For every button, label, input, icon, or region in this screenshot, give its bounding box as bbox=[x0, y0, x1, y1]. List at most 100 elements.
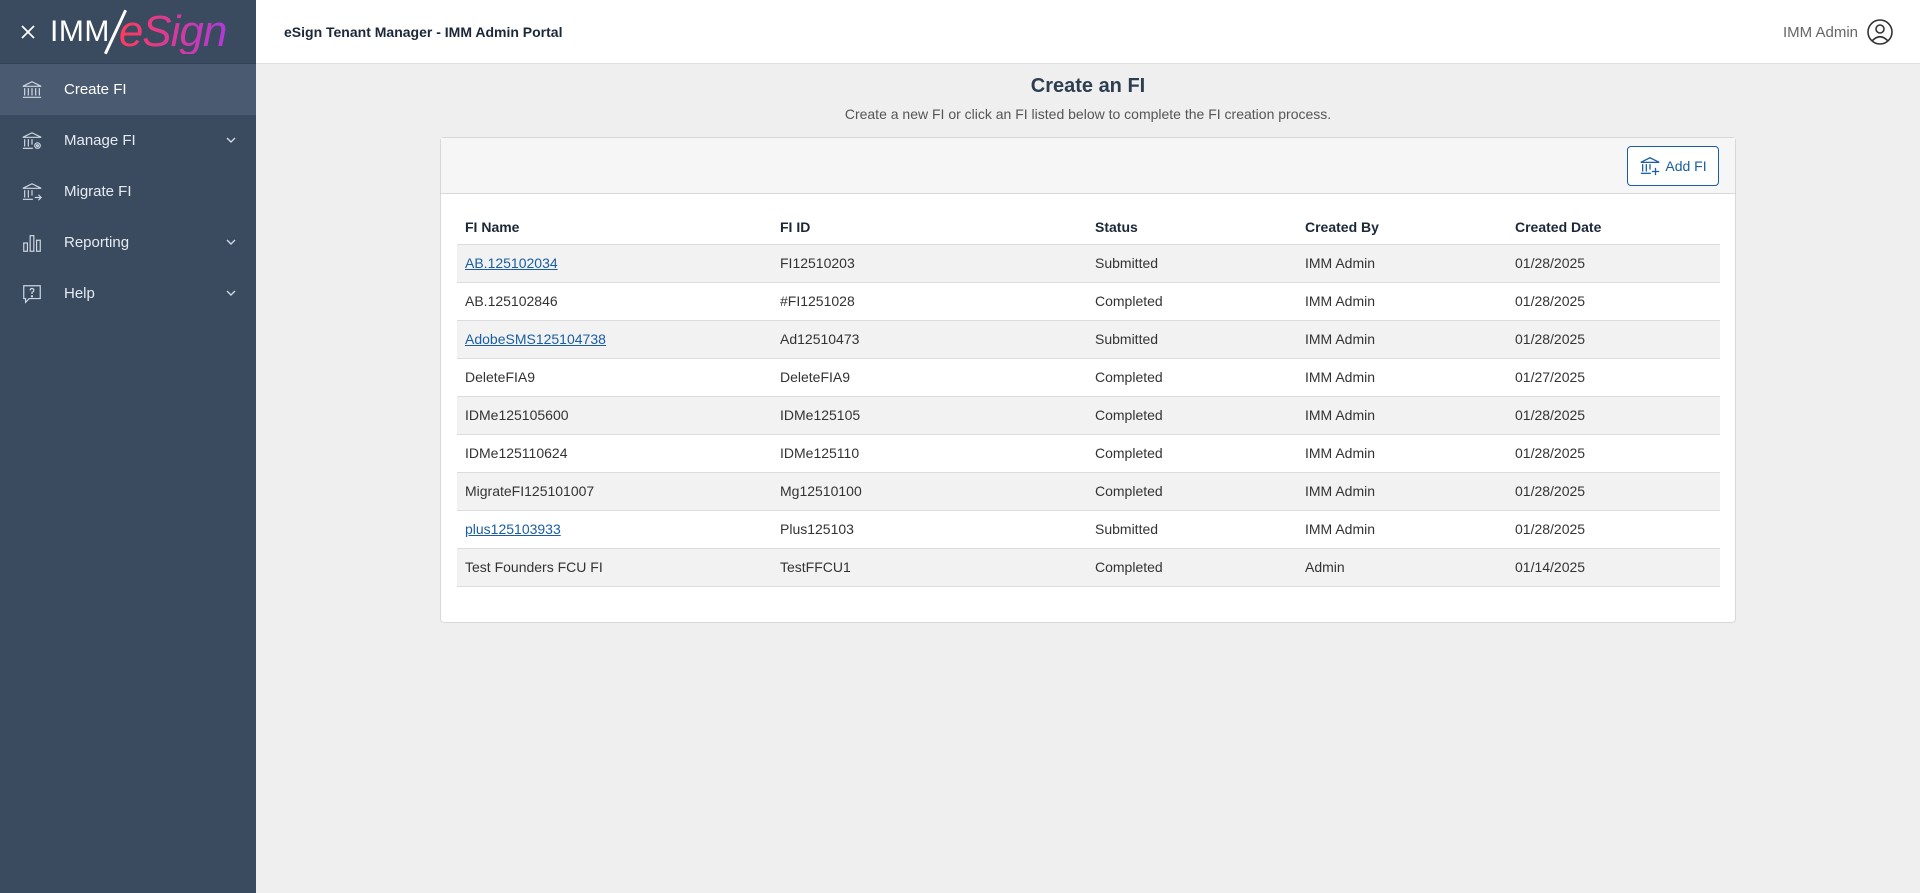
fi-id-cell: #FI1251028 bbox=[772, 282, 1087, 321]
table-row[interactable]: IDMe125105600 IDMe125105 Completed IMM A… bbox=[457, 396, 1720, 435]
fi-name-cell: plus125103933 bbox=[457, 510, 772, 549]
created-date-cell: 01/28/2025 bbox=[1507, 282, 1720, 321]
help-icon bbox=[20, 282, 44, 306]
created-by-cell: IMM Admin bbox=[1297, 396, 1507, 435]
sidebar-item-label: Create FI bbox=[64, 81, 127, 98]
table-row[interactable]: Test Founders FCU FI TestFFCU1 Completed… bbox=[457, 548, 1720, 587]
fi-name-link[interactable]: plus125103933 bbox=[465, 521, 561, 537]
created-by-cell: IMM Admin bbox=[1297, 244, 1507, 283]
card-header: Add FI bbox=[441, 138, 1735, 194]
created-date-cell: 01/28/2025 bbox=[1507, 472, 1720, 511]
sidebar-item-help[interactable]: Help bbox=[0, 268, 256, 319]
add-fi-button[interactable]: Add FI bbox=[1627, 146, 1719, 186]
created-by-cell: Admin bbox=[1297, 548, 1507, 587]
col-created-by[interactable]: Created By bbox=[1297, 210, 1507, 245]
bank-gear-icon bbox=[20, 129, 44, 153]
table-row[interactable]: plus125103933 Plus125103 Submitted IMM A… bbox=[457, 510, 1720, 549]
fi-id-cell: Plus125103 bbox=[772, 510, 1087, 549]
table-row[interactable]: DeleteFIA9 DeleteFIA9 Completed IMM Admi… bbox=[457, 358, 1720, 397]
table-header-row: FI Name FI ID Status Created By Created … bbox=[457, 210, 1720, 245]
status-cell: Submitted bbox=[1087, 320, 1297, 359]
created-date-cell: 01/14/2025 bbox=[1507, 548, 1720, 587]
sidebar-item-label: Manage FI bbox=[64, 132, 136, 149]
fi-name-cell: AdobeSMS125104738 bbox=[457, 320, 772, 359]
bank-arrow-icon bbox=[20, 180, 44, 204]
sidebar-item-label: Migrate FI bbox=[64, 183, 132, 200]
fi-name-cell: AB.125102846 bbox=[457, 282, 772, 321]
created-by-cell: IMM Admin bbox=[1297, 510, 1507, 549]
fi-name-cell: IDMe125110624 bbox=[457, 434, 772, 473]
created-date-cell: 01/28/2025 bbox=[1507, 320, 1720, 359]
sidebar: IMM eSign Create FI Manage FI Migrate FI… bbox=[0, 0, 256, 893]
fi-id-cell: IDMe125110 bbox=[772, 434, 1087, 473]
fi-name-cell: MigrateFI125101007 bbox=[457, 472, 772, 511]
table-row[interactable]: MigrateFI125101007 Mg12510100 Completed … bbox=[457, 472, 1720, 511]
sidebar-item-label: Reporting bbox=[64, 234, 130, 251]
created-by-cell: IMM Admin bbox=[1297, 282, 1507, 321]
fi-name-cell: DeleteFIA9 bbox=[457, 358, 772, 397]
bar-chart-icon bbox=[20, 231, 44, 255]
table-row[interactable]: AdobeSMS125104738 Ad12510473 Submitted I… bbox=[457, 320, 1720, 359]
fi-name-link[interactable]: AB.125102034 bbox=[465, 255, 558, 271]
logo-esign-text: eSign bbox=[118, 6, 228, 56]
col-created-date[interactable]: Created Date bbox=[1507, 210, 1720, 245]
created-date-cell: 01/28/2025 bbox=[1507, 510, 1720, 549]
fi-name-cell: Test Founders FCU FI bbox=[457, 548, 772, 587]
app-title: eSign Tenant Manager - IMM Admin Portal bbox=[284, 23, 563, 40]
created-date-cell: 01/28/2025 bbox=[1507, 244, 1720, 283]
fi-name-cell: IDMe125105600 bbox=[457, 396, 772, 435]
sidebar-item-manage-fi[interactable]: Manage FI bbox=[0, 115, 256, 166]
fi-id-cell: TestFFCU1 bbox=[772, 548, 1087, 587]
status-cell: Completed bbox=[1087, 358, 1297, 397]
status-cell: Completed bbox=[1087, 396, 1297, 435]
sidebar-item-create-fi[interactable]: Create FI bbox=[0, 64, 256, 115]
table-row[interactable]: AB.125102034 FI12510203 Submitted IMM Ad… bbox=[457, 244, 1720, 283]
add-fi-label: Add FI bbox=[1665, 158, 1707, 174]
created-by-cell: IMM Admin bbox=[1297, 358, 1507, 397]
main-content: Create an FI Create a new FI or click an… bbox=[256, 65, 1920, 623]
col-fi-name[interactable]: FI Name bbox=[457, 210, 772, 245]
close-icon bbox=[21, 24, 35, 39]
user-menu[interactable]: IMM Admin bbox=[1783, 18, 1894, 46]
status-cell: Completed bbox=[1087, 434, 1297, 473]
created-by-cell: IMM Admin bbox=[1297, 472, 1507, 511]
col-status[interactable]: Status bbox=[1087, 210, 1297, 245]
table-row[interactable]: AB.125102846 #FI1251028 Completed IMM Ad… bbox=[457, 282, 1720, 321]
fi-name-cell: AB.125102034 bbox=[457, 244, 772, 283]
fi-name-link[interactable]: AdobeSMS125104738 bbox=[465, 331, 606, 347]
logo-imm-text: IMM bbox=[50, 14, 110, 48]
chevron-down-icon bbox=[226, 239, 236, 245]
fi-id-cell: DeleteFIA9 bbox=[772, 358, 1087, 397]
created-by-cell: IMM Admin bbox=[1297, 320, 1507, 359]
status-cell: Submitted bbox=[1087, 510, 1297, 549]
fi-list-card: Add FI FI Name FI ID Status Created By C… bbox=[440, 137, 1736, 623]
created-by-cell: IMM Admin bbox=[1297, 434, 1507, 473]
sidebar-item-label: Help bbox=[64, 285, 95, 302]
page-subtitle: Create a new FI or click an FI listed be… bbox=[844, 106, 1332, 122]
created-date-cell: 01/28/2025 bbox=[1507, 434, 1720, 473]
user-name: IMM Admin bbox=[1782, 23, 1858, 41]
sidebar-header: IMM eSign bbox=[0, 0, 256, 64]
fi-id-cell: Mg12510100 bbox=[772, 472, 1087, 511]
fi-id-cell: IDMe125105 bbox=[772, 396, 1087, 435]
bank-plus-icon bbox=[1640, 157, 1660, 176]
status-cell: Completed bbox=[1087, 548, 1297, 587]
sidebar-item-migrate-fi[interactable]: Migrate FI bbox=[0, 166, 256, 217]
fi-id-cell: Ad12510473 bbox=[772, 320, 1087, 359]
chevron-down-icon bbox=[226, 290, 236, 296]
page-title: Create an FI bbox=[1030, 75, 1146, 97]
status-cell: Completed bbox=[1087, 472, 1297, 511]
status-cell: Completed bbox=[1087, 282, 1297, 321]
created-date-cell: 01/27/2025 bbox=[1507, 358, 1720, 397]
col-fi-id[interactable]: FI ID bbox=[772, 210, 1087, 245]
fi-id-cell: FI12510203 bbox=[772, 244, 1087, 283]
status-cell: Submitted bbox=[1087, 244, 1297, 283]
close-menu-button[interactable] bbox=[18, 22, 38, 42]
fi-table: FI Name FI ID Status Created By Created … bbox=[457, 210, 1720, 587]
table-row[interactable]: IDMe125110624 IDMe125110 Completed IMM A… bbox=[457, 434, 1720, 473]
chevron-down-icon bbox=[226, 137, 236, 143]
logo: IMM eSign bbox=[50, 0, 228, 64]
bank-icon bbox=[20, 78, 44, 102]
created-date-cell: 01/28/2025 bbox=[1507, 396, 1720, 435]
sidebar-item-reporting[interactable]: Reporting bbox=[0, 217, 256, 268]
